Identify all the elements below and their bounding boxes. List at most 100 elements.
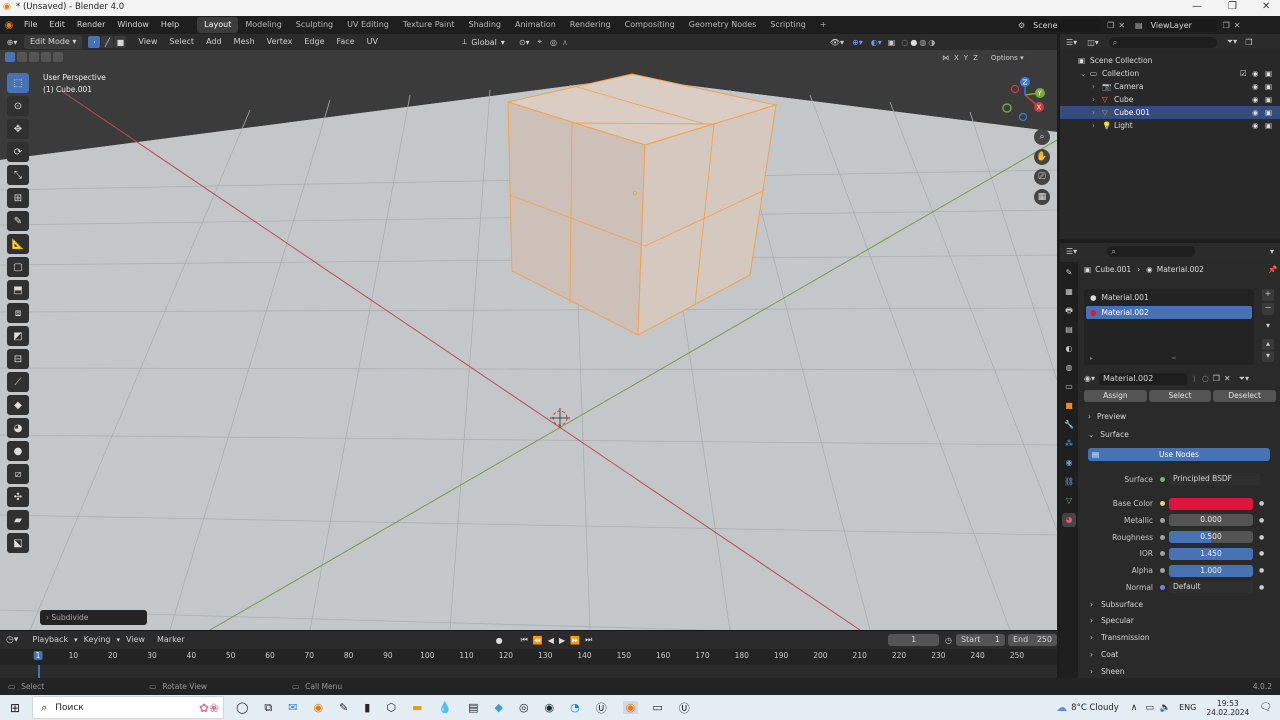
slider-field[interactable]: 1.450	[1169, 547, 1253, 560]
gizmo-icon[interactable]: ⊕▾	[852, 38, 863, 47]
blender-active-taskbar-icon[interactable]: ◉	[622, 701, 639, 714]
steam-icon[interactable]: ◉	[545, 701, 555, 714]
smooth-tool-icon[interactable]: ●	[7, 441, 29, 461]
camera-render-icon[interactable]: ▣	[1265, 119, 1272, 132]
mirror-icon[interactable]: ⋈	[942, 54, 949, 62]
eye-icon[interactable]: ◉	[1252, 80, 1259, 93]
list-resize-icon[interactable]: ▸	[1090, 355, 1093, 362]
transform-tool-icon[interactable]: ⊞	[7, 188, 29, 208]
language-indicator[interactable]: ENG	[1179, 703, 1196, 712]
exclude-checkbox-icon[interactable]: ☑	[1240, 67, 1247, 80]
timeline-menu-keying[interactable]: Keying	[78, 632, 117, 648]
particles-tab-icon[interactable]: ⁂	[1062, 437, 1076, 451]
timeline-track-area[interactable]	[0, 665, 1057, 678]
pan-hand-icon[interactable]: ✋	[1034, 149, 1050, 165]
close-window-button[interactable]: ✕	[1262, 1, 1270, 12]
field-menu-icon[interactable]: ●	[1259, 517, 1264, 524]
maximize-button[interactable]: ❐	[1228, 1, 1237, 12]
knife-tool-icon[interactable]: ⟋	[7, 372, 29, 392]
subsection-header[interactable]: › Specular	[1090, 615, 1276, 627]
jump-keyframe-forward-icon[interactable]: ⏩	[570, 636, 580, 645]
menu-mesh[interactable]: Mesh	[228, 34, 261, 50]
outliner-item[interactable]: › 💡 Light ◉ ▣	[1060, 119, 1280, 132]
subsection-header[interactable]: › Sheen	[1090, 665, 1276, 677]
unlink-material-icon[interactable]: ✕	[1224, 374, 1231, 383]
menu-window[interactable]: Window	[111, 16, 155, 34]
obs-icon[interactable]: ◎	[519, 701, 529, 714]
outliner-item[interactable]: › 📷 Camera ◉ ▣	[1060, 80, 1280, 93]
camera-render-icon[interactable]: ▣	[1265, 67, 1272, 80]
menu-edge[interactable]: Edge	[298, 34, 330, 50]
outliner-item[interactable]: › ▽ Cube ◉ ▣	[1060, 93, 1280, 106]
material-shading-icon[interactable]: ◍	[919, 38, 926, 47]
menu-vertex[interactable]: Vertex	[261, 34, 299, 50]
jump-keyframe-back-icon[interactable]: ⏪	[533, 636, 543, 645]
move-tool-icon[interactable]: ✥	[7, 119, 29, 139]
solid-shading-icon[interactable]: ●	[910, 38, 917, 47]
menu-face[interactable]: Face	[331, 34, 361, 50]
tab-rendering[interactable]: Rendering	[563, 17, 618, 33]
data-tab-icon[interactable]: ▽	[1062, 494, 1076, 508]
pin-icon[interactable]: 📌	[1268, 265, 1277, 274]
minimize-button[interactable]: —	[1192, 1, 1202, 12]
rotate-tool-icon[interactable]: ⟳	[7, 142, 29, 162]
tool-tab-icon[interactable]: ✎	[1062, 266, 1076, 280]
menu-help[interactable]: Help	[155, 16, 185, 34]
wireframe-shading-icon[interactable]: ◌	[901, 38, 908, 47]
tab-compositing[interactable]: Compositing	[618, 17, 682, 33]
transform-orientation-dropdown[interactable]: ⟂ Global ▾	[462, 37, 505, 47]
tab-uv-editing[interactable]: UV Editing	[340, 17, 396, 33]
outliner-item[interactable]: ⌄ ▭ Collection ☑ ◉ ▣	[1060, 67, 1280, 80]
shear-tool-icon[interactable]: ▰	[7, 510, 29, 530]
deselect-button[interactable]: Deselect	[1213, 389, 1277, 402]
duplicate-material-icon[interactable]: ❐	[1213, 374, 1220, 383]
add-workspace-icon[interactable]: +	[813, 17, 834, 33]
tab-sculpting[interactable]: Sculpting	[289, 17, 340, 33]
delete-scene-icon[interactable]: ✕	[1118, 21, 1125, 30]
visibility-icon[interactable]: 👁▾	[830, 38, 844, 47]
slider-field[interactable]: 0.500	[1169, 531, 1253, 544]
tab-layout[interactable]: Layout	[197, 17, 239, 33]
unreal-engine-icon[interactable]: Ⓤ	[679, 700, 690, 716]
face-select-icon[interactable]: ■	[114, 36, 127, 48]
camera-view-icon[interactable]: ⎚	[1034, 169, 1050, 185]
expand-arrow-icon[interactable]: ›	[1092, 119, 1095, 132]
tab-geometry-nodes[interactable]: Geometry Nodes	[682, 17, 763, 33]
weather-label[interactable]: 8°C Cloudy	[1071, 703, 1119, 713]
properties-editor-type-icon[interactable]: ☰▾	[1066, 247, 1077, 256]
widgets-icon[interactable]: ⧉	[264, 701, 272, 715]
add-slot-icon[interactable]: +	[1262, 289, 1274, 301]
select-new-icon[interactable]	[5, 52, 15, 62]
physics-tab-icon[interactable]: ◉	[1062, 456, 1076, 470]
new-collection-icon[interactable]: ❐	[1245, 38, 1252, 47]
expand-arrow-icon[interactable]: ⌄	[1080, 67, 1086, 80]
annotate-tool-icon[interactable]: ✎	[7, 211, 29, 231]
app-icon[interactable]: ◆	[494, 701, 502, 714]
menu-edit[interactable]: Edit	[43, 16, 71, 34]
unreal-icon[interactable]: Ⓤ	[596, 700, 607, 716]
browse-material-icon[interactable]: ◉▾	[1084, 374, 1095, 383]
select-intersect-icon[interactable]	[53, 52, 63, 62]
constraints-tab-icon[interactable]: ⛓	[1062, 475, 1076, 489]
new-viewlayer-icon[interactable]: ❐	[1223, 21, 1230, 30]
pivot-icon[interactable]: ⊙▾	[519, 38, 530, 47]
jump-end-icon[interactable]: ⏭	[585, 635, 592, 645]
loop-cut-tool-icon[interactable]: ⊟	[7, 349, 29, 369]
eye-icon[interactable]: ◉	[1252, 67, 1259, 80]
world-tab-icon[interactable]: ◍	[1062, 361, 1076, 375]
view-layer-tab-icon[interactable]: ▤	[1062, 323, 1076, 337]
surface-panel-header[interactable]: ⌄ Surface	[1088, 430, 1129, 439]
overlay-icon[interactable]: ◐▾	[871, 38, 882, 47]
surface-shader-field[interactable]: Principled BSDF	[1169, 473, 1261, 485]
calculator-icon[interactable]: ▤	[468, 701, 478, 714]
taskbar-clock[interactable]: 19:53 24.02.2024	[1206, 699, 1249, 717]
epic-games-icon[interactable]: ▮	[364, 701, 370, 714]
tab-scripting[interactable]: Scripting	[763, 17, 813, 33]
list-grip-icon[interactable]: ═	[1172, 355, 1176, 362]
shrink-fatten-tool-icon[interactable]: ✣	[7, 487, 29, 507]
rendered-shading-icon[interactable]: ◑	[928, 38, 935, 47]
inset-tool-icon[interactable]: ⧈	[7, 303, 29, 323]
field-menu-icon[interactable]: ●	[1259, 584, 1264, 591]
scene-field[interactable]: Scene	[1029, 18, 1102, 32]
field-menu-icon[interactable]: ●	[1259, 500, 1264, 507]
